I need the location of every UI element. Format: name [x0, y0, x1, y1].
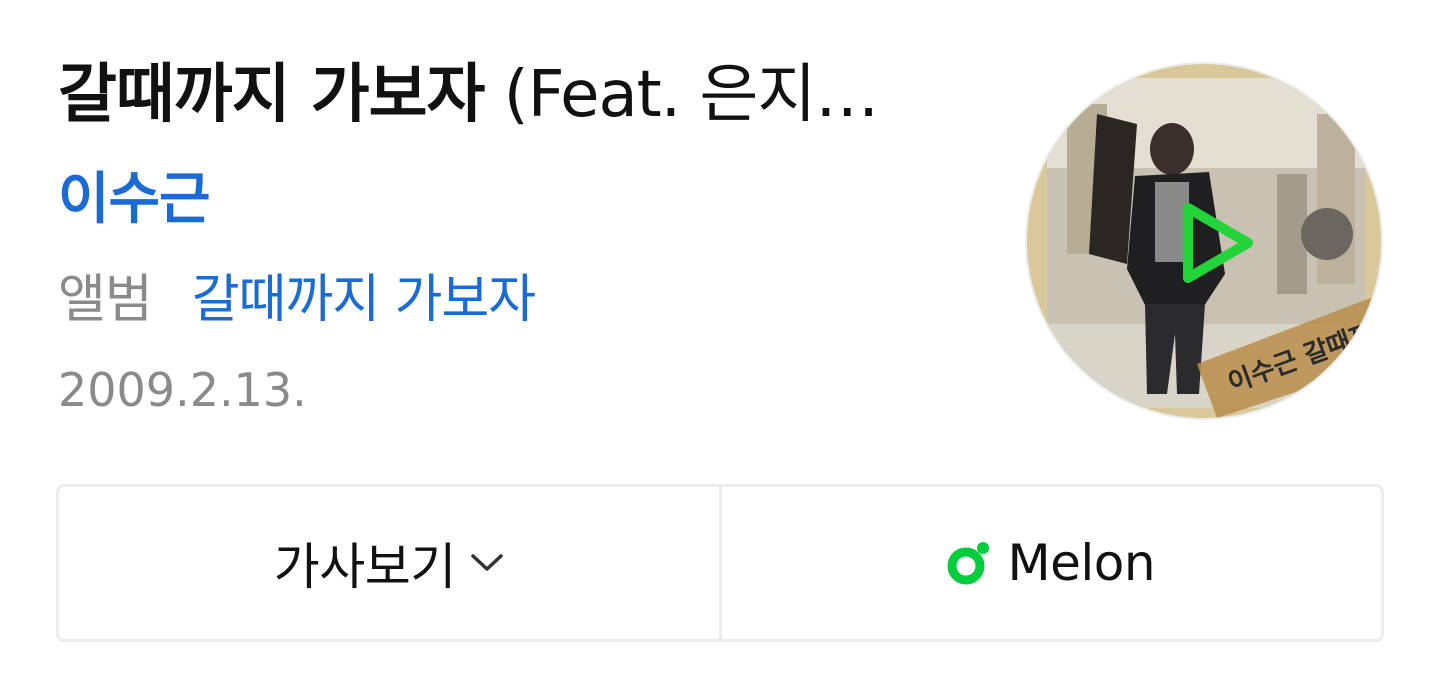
play-icon[interactable]: [1178, 200, 1258, 286]
melon-button[interactable]: Melon: [718, 487, 1382, 639]
song-title[interactable]: 갈때까지 가보자 (Feat. 은지…: [58, 52, 958, 138]
artist-link[interactable]: 이수근: [58, 160, 211, 240]
lyrics-button-label: 가사보기: [273, 538, 457, 596]
action-bar: 가사보기 Melon: [56, 484, 1384, 642]
melon-logo-icon: [947, 542, 990, 585]
music-result-card: 갈때까지 가보자 (Feat. 은지… 이수근 앨범 갈때까지 가보자 2009.…: [0, 0, 1439, 695]
song-title-main[interactable]: 갈때까지 가보자: [58, 58, 485, 132]
release-date: 2009.2.13.: [58, 363, 307, 417]
album-row: 앨범 갈때까지 가보자: [58, 262, 536, 338]
song-title-feat[interactable]: (Feat. 은지…: [484, 58, 879, 132]
album-link[interactable]: 갈때까지 가보자: [192, 270, 536, 330]
melon-button-label: Melon: [1007, 534, 1156, 592]
album-label: 앨범: [58, 270, 153, 330]
chevron-down-icon: [471, 554, 503, 571]
lyrics-button[interactable]: 가사보기: [59, 487, 719, 639]
